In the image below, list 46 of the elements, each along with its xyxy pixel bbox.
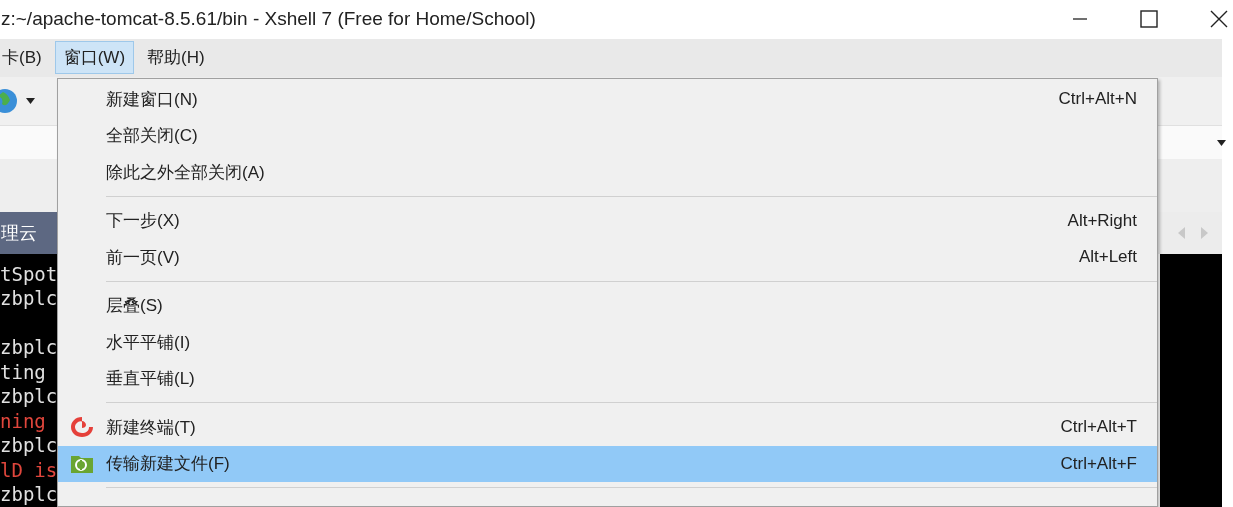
menu-item[interactable]: 传输新建文件(F) Ctrl+Alt+F <box>58 445 1157 482</box>
shortcut-label: Alt+Left <box>1078 247 1137 268</box>
menu-bar-item[interactable]: 卡(B) <box>0 41 51 75</box>
terminal-line: lD is <box>0 458 57 483</box>
terminal-line: zbplc <box>0 482 57 507</box>
menu-item[interactable]: 新建窗口(N) Ctrl+Alt+N <box>58 81 1157 118</box>
menu-item-label: 前一页(V) <box>106 246 180 269</box>
shortcut-label: Ctrl+Alt+F <box>1060 453 1137 474</box>
caret-icon[interactable] <box>26 98 35 105</box>
menu-item-label: 垂直平铺(L) <box>106 368 195 391</box>
menu-item-label: 传输新建文件(F) <box>106 453 230 476</box>
menu-bar-item[interactable]: 窗口(W) <box>54 41 135 75</box>
menu-item[interactable]: 新建终端(T) Ctrl+Alt+T <box>58 409 1157 446</box>
menu-item[interactable]: 垂直平铺(L) <box>58 360 1157 397</box>
caret-icon[interactable] <box>1217 139 1226 146</box>
session-tab[interactable]: 理云 <box>0 212 57 254</box>
menu-item[interactable]: 除此之外全部关闭(A) <box>58 154 1157 191</box>
shortcut-label: Alt+Right <box>1067 210 1137 231</box>
menu-item-label: 层叠(S) <box>106 295 163 318</box>
menu-item-label: 水平平铺(I) <box>106 331 191 354</box>
menu-item-label: 新建窗口(N) <box>106 88 198 111</box>
menu-item[interactable]: 全部关闭(C) <box>58 117 1157 154</box>
terminal-line: ting <box>0 360 47 385</box>
maximize-icon[interactable] <box>1140 10 1158 29</box>
terminal-line: zbplc <box>0 433 57 458</box>
terminal-line: ning <box>0 409 47 434</box>
close-icon[interactable] <box>1210 10 1228 29</box>
terminal-line: tSpot <box>0 262 57 287</box>
menu-item[interactable]: 前一页(V) Alt+Left <box>58 239 1157 276</box>
window-title: z:~/apache-tomcat-8.5.61/bin - Xshell 7 (Free for Home/School) <box>1 8 536 31</box>
menu-item-label: 全部关闭(C) <box>106 125 198 148</box>
menu-bar-item[interactable]: 帮助(H) <box>138 41 214 75</box>
shortcut-label: Ctrl+Alt+N <box>1058 89 1137 110</box>
spiral-icon <box>70 416 94 439</box>
globe-icon[interactable] <box>0 88 18 115</box>
menu-item[interactable]: 下一步(X) Alt+Right <box>58 202 1157 239</box>
menu-item[interactable]: 层叠(S) <box>58 287 1157 324</box>
menu-item-label: 除此之外全部关闭(A) <box>106 161 265 184</box>
menu-item-label: 新建终端(T) <box>106 416 196 439</box>
terminal-line: zbplc <box>0 384 57 409</box>
terminal-line: zbplc <box>0 335 57 360</box>
terminal-line: zbplc <box>0 286 57 311</box>
shortcut-label: Ctrl+Alt+T <box>1060 417 1137 438</box>
folder-icon <box>70 453 94 474</box>
menu-item-label: 下一步(X) <box>106 210 180 233</box>
menu-item[interactable]: 水平平铺(I) <box>58 324 1157 361</box>
